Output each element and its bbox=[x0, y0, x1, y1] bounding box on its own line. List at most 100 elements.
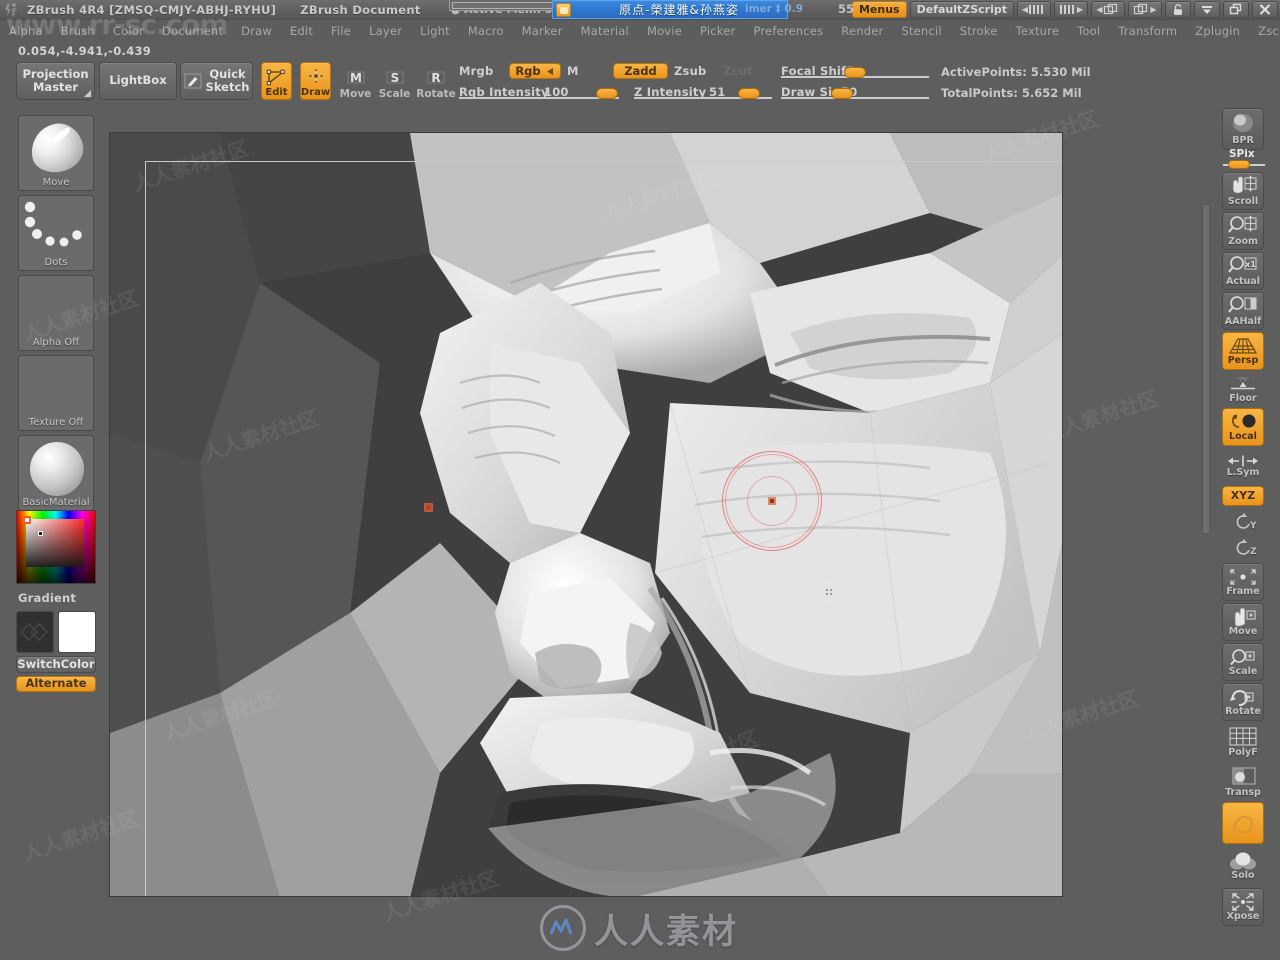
m-button[interactable]: M bbox=[567, 64, 579, 78]
perspective-button[interactable]: Persp bbox=[1222, 332, 1264, 370]
lightbox-button[interactable]: LightBox bbox=[99, 62, 177, 100]
close-icon[interactable] bbox=[1252, 1, 1278, 18]
menu-item-color[interactable]: Color bbox=[104, 22, 153, 40]
minimize-icon[interactable] bbox=[1194, 1, 1220, 18]
color-picker[interactable] bbox=[16, 510, 96, 584]
next-window-button[interactable]: ▶ bbox=[1128, 1, 1162, 18]
zscript-prev-button[interactable]: ◀ bbox=[1017, 1, 1051, 18]
color-mode-marker-icon bbox=[23, 516, 31, 524]
zbrush-application-window: ZBrush 4R4 [ZMSQ-CMJY-ABHJ-RYHU] ZBrush … bbox=[0, 0, 1280, 960]
zscript-next-button[interactable]: ▶ bbox=[1054, 1, 1088, 18]
stroke-selector[interactable]: Dots bbox=[18, 195, 94, 271]
menu-item-document[interactable]: Document bbox=[153, 22, 232, 40]
menu-item-brush[interactable]: Brush bbox=[52, 22, 104, 40]
quick-sketch-button[interactable]: Quick Sketch bbox=[180, 62, 253, 100]
color-picker-field[interactable] bbox=[26, 519, 84, 567]
move-nav-button[interactable]: Move bbox=[1222, 603, 1264, 641]
xpose-button[interactable]: Xpose bbox=[1222, 888, 1264, 926]
title-bar: ZBrush 4R4 [ZMSQ-CMJY-ABHJ-RYHU] ZBrush … bbox=[0, 0, 1280, 20]
draw-button[interactable]: Draw bbox=[300, 62, 331, 100]
menu-item-edit[interactable]: Edit bbox=[281, 22, 322, 40]
document-canvas[interactable] bbox=[109, 132, 1063, 897]
focal-shift-slider[interactable] bbox=[781, 64, 929, 80]
ghost-transparency-button[interactable] bbox=[1222, 802, 1264, 844]
menu-item-zplugin[interactable]: Zplugin bbox=[1186, 22, 1249, 40]
local-button[interactable]: Local bbox=[1222, 408, 1264, 446]
menu-item-file[interactable]: File bbox=[322, 22, 360, 40]
scroll-button[interactable]: Scroll bbox=[1222, 172, 1264, 210]
restore-icon[interactable] bbox=[1223, 1, 1249, 18]
menu-item-picker[interactable]: Picker bbox=[691, 22, 744, 40]
lsym-button[interactable]: L.Sym bbox=[1222, 450, 1264, 482]
zscript-name[interactable]: DefaultZScript bbox=[909, 1, 1014, 18]
rgb-label: Rgb bbox=[515, 64, 541, 78]
overlay-app-icon bbox=[556, 2, 571, 17]
projection-master-button[interactable]: Projection Master bbox=[16, 62, 95, 100]
polyframe-button[interactable]: PolyF bbox=[1222, 724, 1264, 760]
xpose-label: Xpose bbox=[1226, 911, 1260, 922]
menu-item-tool[interactable]: Tool bbox=[1068, 22, 1109, 40]
menu-item-render[interactable]: Render bbox=[832, 22, 892, 40]
stroke-label: Dots bbox=[44, 257, 68, 268]
rgb-intensity-slider[interactable] bbox=[459, 85, 619, 101]
solo-button[interactable]: Solo bbox=[1222, 848, 1264, 884]
local-label: Local bbox=[1229, 431, 1257, 442]
y-axis-button[interactable]: Y bbox=[1222, 510, 1264, 534]
scale-button[interactable]: S Scale bbox=[378, 64, 411, 101]
menu-item-stencil[interactable]: Stencil bbox=[892, 22, 950, 40]
menu-item-alpha[interactable]: Alpha bbox=[0, 22, 52, 40]
menu-item-transform[interactable]: Transform bbox=[1109, 22, 1186, 40]
zcut-button[interactable]: Zcut bbox=[723, 64, 753, 78]
zadd-button[interactable]: Zadd bbox=[613, 63, 668, 79]
polyframe-label: PolyF bbox=[1228, 747, 1258, 758]
z-axis-button[interactable]: Z bbox=[1222, 536, 1264, 560]
texture-selector[interactable]: Texture Off bbox=[18, 355, 94, 431]
move-m-icon: M bbox=[345, 68, 367, 88]
transparency-button[interactable]: Transp bbox=[1222, 764, 1264, 800]
alternate-button[interactable]: Alternate bbox=[16, 676, 96, 692]
edit-button[interactable]: Edit bbox=[261, 62, 292, 100]
z-intensity-slider[interactable] bbox=[634, 85, 772, 101]
floor-button[interactable]: Floor bbox=[1222, 374, 1264, 406]
menu-item-macro[interactable]: Macro bbox=[459, 22, 513, 40]
rgb-button[interactable]: Rgb bbox=[509, 63, 561, 79]
frame-button[interactable]: Frame bbox=[1222, 563, 1264, 601]
menus-button[interactable]: Menus bbox=[851, 1, 907, 18]
menu-item-material[interactable]: Material bbox=[572, 22, 638, 40]
spix-slider[interactable] bbox=[1223, 160, 1265, 169]
menu-item-texture[interactable]: Texture bbox=[1007, 22, 1069, 40]
bpr-render-button[interactable]: BPR bbox=[1222, 108, 1264, 150]
previous-window-button[interactable]: ◀ bbox=[1091, 1, 1125, 18]
aahalf-button[interactable]: AAHalf bbox=[1222, 292, 1264, 330]
secondary-color-swatch[interactable] bbox=[16, 611, 54, 653]
zsub-button[interactable]: Zsub bbox=[674, 64, 706, 78]
menu-item-preferences[interactable]: Preferences bbox=[744, 22, 832, 40]
menu-item-layer[interactable]: Layer bbox=[360, 22, 411, 40]
left-palette: Move Dots Alpha Off Texture Off BasicMat… bbox=[0, 102, 104, 960]
menu-item-draw[interactable]: Draw bbox=[232, 22, 281, 40]
scale-nav-button[interactable]: Scale bbox=[1222, 643, 1264, 681]
canvas-scrollbar[interactable] bbox=[1202, 204, 1210, 534]
actual-size-button[interactable]: x1 Actual bbox=[1222, 252, 1264, 290]
menu-item-stroke[interactable]: Stroke bbox=[951, 22, 1007, 40]
menu-item-marker[interactable]: Marker bbox=[513, 22, 572, 40]
lock-icon[interactable] bbox=[1165, 1, 1191, 18]
alpha-selector[interactable]: Alpha Off bbox=[18, 275, 94, 351]
rotate-button[interactable]: R Rotate bbox=[416, 64, 456, 101]
rotate-nav-button[interactable]: Rotate bbox=[1222, 683, 1264, 721]
zoom-button[interactable]: Zoom bbox=[1222, 212, 1264, 250]
brush-selector[interactable]: Move bbox=[18, 115, 94, 191]
perspective-label: Persp bbox=[1227, 355, 1259, 366]
switch-color-button[interactable]: SwitchColor bbox=[16, 656, 96, 673]
gradient-label: Gradient bbox=[18, 591, 77, 605]
material-selector[interactable]: BasicMaterial bbox=[18, 435, 94, 511]
menu-item-light[interactable]: Light bbox=[411, 22, 459, 40]
xyz-button[interactable]: XYZ bbox=[1222, 486, 1264, 506]
move-label: Move bbox=[339, 88, 372, 100]
menu-item-zscript[interactable]: Zscript bbox=[1249, 22, 1280, 40]
mrgb-button[interactable]: Mrgb bbox=[459, 64, 493, 78]
move-button[interactable]: M Move bbox=[339, 64, 372, 101]
menu-item-movie[interactable]: Movie bbox=[638, 22, 691, 40]
primary-color-swatch[interactable] bbox=[58, 611, 96, 653]
draw-size-slider[interactable] bbox=[781, 85, 929, 101]
